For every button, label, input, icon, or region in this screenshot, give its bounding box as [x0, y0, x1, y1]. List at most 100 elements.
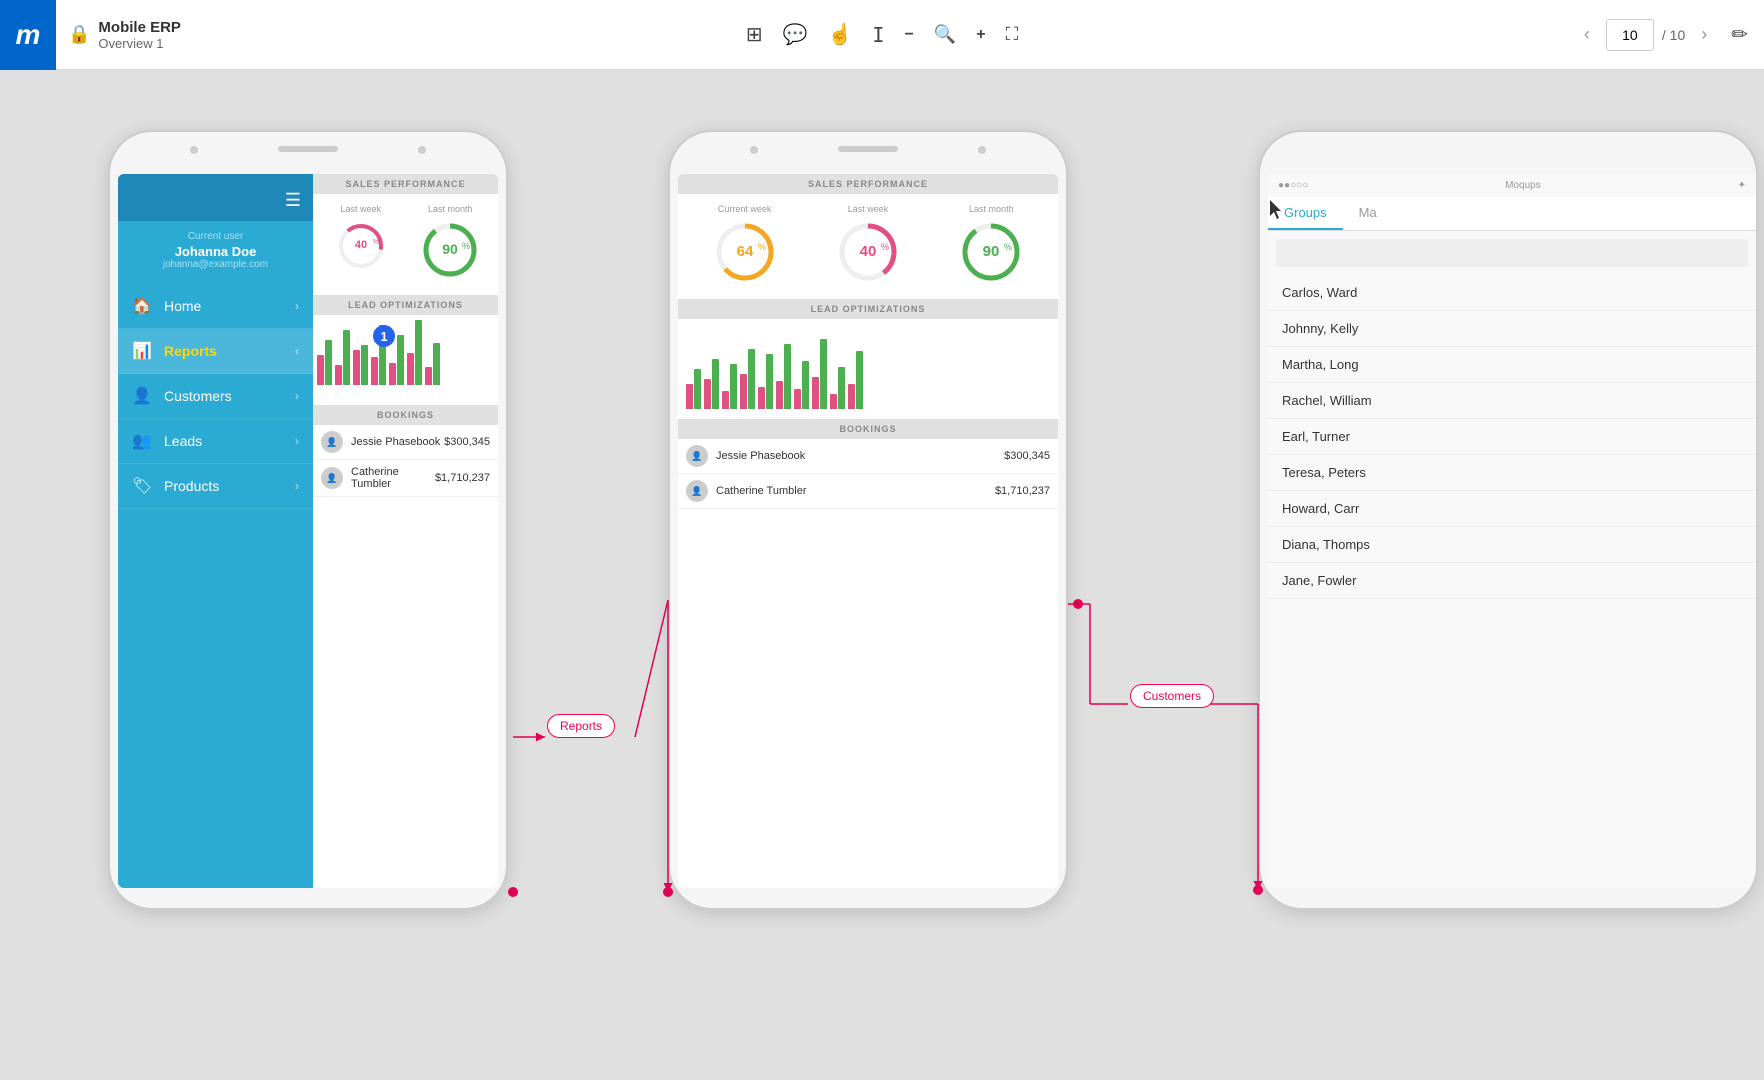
- contact-item-jane[interactable]: Jane, Fowler: [1268, 563, 1756, 599]
- lead-chart-area-1: 1: [313, 315, 498, 405]
- phone-camera-right-2: [978, 146, 986, 154]
- b: [856, 351, 863, 409]
- b: [748, 349, 755, 409]
- sidebar-item-reports[interactable]: 📊 Reports ‹: [118, 329, 313, 374]
- contact-item-martha[interactable]: Martha, Long: [1268, 347, 1756, 383]
- sidebar-header: ☰: [118, 174, 313, 221]
- phone-screen-1: ☰ Current user Johanna Doe johanna@examp…: [118, 174, 498, 888]
- bar-grp: [848, 351, 863, 409]
- contact-item-johnny[interactable]: Johnny, Kelly: [1268, 311, 1756, 347]
- stat-month-1: Last month 90 %: [407, 204, 495, 285]
- booking-amount-3: $300,345: [1004, 450, 1050, 462]
- b: [686, 384, 693, 409]
- booking-name-4: Catherine Tumbler: [716, 485, 995, 497]
- lead-chart-area-2: [678, 319, 1058, 419]
- canvas: ☰ Current user Johanna Doe johanna@examp…: [0, 70, 1764, 1080]
- current-user-label: Current user: [130, 231, 301, 242]
- booking-avatar-4: 👤: [686, 480, 708, 502]
- bar-group: [353, 345, 368, 385]
- bar-pink: [371, 357, 378, 385]
- fullscreen-icon[interactable]: ⛶: [1006, 24, 1019, 45]
- logo-letter: m: [16, 19, 41, 51]
- bar-green: [343, 330, 350, 385]
- bar-group: [317, 340, 332, 385]
- stat-label-last-week-2: Last week: [807, 204, 928, 214]
- sidebar-user: Current user Johanna Doe johanna@example…: [118, 221, 313, 284]
- wifi-icon: ✦: [1738, 180, 1746, 191]
- bookings-header-1: BOOKINGS: [313, 405, 498, 425]
- stat-last-week-2: Last week 40 %: [807, 204, 928, 289]
- search-bar[interactable]: [1276, 239, 1748, 267]
- booking-avatar-3: 👤: [686, 445, 708, 467]
- contact-item-rachel[interactable]: Rachel, William: [1268, 383, 1756, 419]
- sidebar-email: johanna@example.com: [130, 259, 301, 270]
- phone3-tab-bar: Groups Ma: [1268, 197, 1756, 231]
- sidebar-item-products[interactable]: 🏷 Products ›: [118, 464, 313, 509]
- topbar: m 🔒 Mobile ERP Overview 1 ⊞ 💬 ☝ I − 🔍 + …: [0, 0, 1764, 70]
- svg-text:90: 90: [983, 243, 1000, 260]
- circle-month-1: 90 %: [420, 220, 480, 280]
- bar-grp: [722, 364, 737, 409]
- chevron-right-icon-2: ›: [295, 389, 299, 403]
- b: [730, 364, 737, 409]
- phone3-screen: ●●○○○ Moqups ✦ Groups Ma Carlos, Ward Jo…: [1268, 174, 1756, 888]
- sidebar: ☰ Current user Johanna Doe johanna@examp…: [118, 174, 313, 888]
- sidebar-label-products: Products: [164, 478, 295, 494]
- bar-pink: [407, 353, 414, 385]
- contact-item-earl[interactable]: Earl, Turner: [1268, 419, 1756, 455]
- edit-button[interactable]: ✏: [1731, 22, 1748, 47]
- reports-annotation-label: Reports: [547, 714, 615, 738]
- contact-item-diana[interactable]: Diana, Thomps: [1268, 527, 1756, 563]
- statusbar: ●●○○○ Moqups ✦: [1268, 174, 1756, 197]
- bar-pink: [425, 367, 432, 385]
- stat-label-current-week: Current week: [684, 204, 805, 214]
- contact-item-teresa[interactable]: Teresa, Peters: [1268, 455, 1756, 491]
- sidebar-item-customers[interactable]: 👤 Customers ›: [118, 374, 313, 419]
- b: [712, 359, 719, 409]
- tab-ma[interactable]: Ma: [1343, 197, 1393, 230]
- contact-item-carlos[interactable]: Carlos, Ward: [1268, 275, 1756, 311]
- svg-text:%: %: [373, 239, 379, 246]
- svg-text:%: %: [881, 242, 889, 252]
- page-input[interactable]: [1606, 19, 1654, 51]
- bar-grp: [830, 367, 845, 409]
- contact-item-howard[interactable]: Howard, Carr: [1268, 491, 1756, 527]
- network-icon[interactable]: ⊞: [746, 22, 763, 47]
- products-icon: 🏷: [132, 476, 152, 496]
- zoom-icon[interactable]: 🔍: [934, 24, 956, 45]
- zoom-out-icon[interactable]: −: [904, 26, 913, 44]
- phone-speaker-2: [838, 146, 898, 152]
- sidebar-item-home[interactable]: 🏠 Home ›: [118, 284, 313, 329]
- b: [794, 389, 801, 409]
- lead-opt-header-1: LEAD OPTIMIZATIONS: [313, 295, 498, 315]
- b: [722, 391, 729, 409]
- bar-green: [325, 340, 332, 385]
- stat-current-week: Current week 64 %: [684, 204, 805, 289]
- sales-performance-header-2: SALES PERFORMANCE: [678, 174, 1058, 194]
- zoom-in-icon[interactable]: +: [976, 26, 985, 44]
- prev-page-button[interactable]: ‹: [1576, 20, 1598, 49]
- bar-group: [335, 330, 350, 385]
- circle-current-week: 64 %: [713, 220, 777, 284]
- sales-stats-2: Current week 64 % Last week: [678, 194, 1058, 299]
- touch-icon[interactable]: ☝: [828, 22, 853, 47]
- sidebar-item-leads[interactable]: 👥 Leads ›: [118, 419, 313, 464]
- svg-text:%: %: [462, 241, 470, 251]
- hamburger-icon[interactable]: ☰: [285, 190, 301, 211]
- next-page-button[interactable]: ›: [1693, 20, 1715, 49]
- svg-text:40: 40: [355, 239, 367, 251]
- b: [838, 367, 845, 409]
- chat-icon[interactable]: 💬: [783, 22, 808, 47]
- booking-avatar-1: 👤: [321, 431, 343, 453]
- phone2-screen-full: SALES PERFORMANCE Current week 64 % Last…: [678, 174, 1058, 888]
- booking-amount-1: $300,345: [444, 436, 490, 448]
- svg-text:90: 90: [442, 241, 458, 257]
- signal-dots: ●●○○○: [1278, 180, 1308, 191]
- bar-chart-2: [678, 319, 1058, 409]
- b: [694, 369, 701, 409]
- booking-row-2: 👤 Catherine Tumbler $1,710,237: [313, 460, 498, 497]
- tab-groups[interactable]: Groups: [1268, 197, 1343, 230]
- logo[interactable]: m: [0, 0, 56, 70]
- app-title-block: Mobile ERP Overview 1: [98, 19, 181, 51]
- cursor-icon[interactable]: I: [872, 23, 884, 47]
